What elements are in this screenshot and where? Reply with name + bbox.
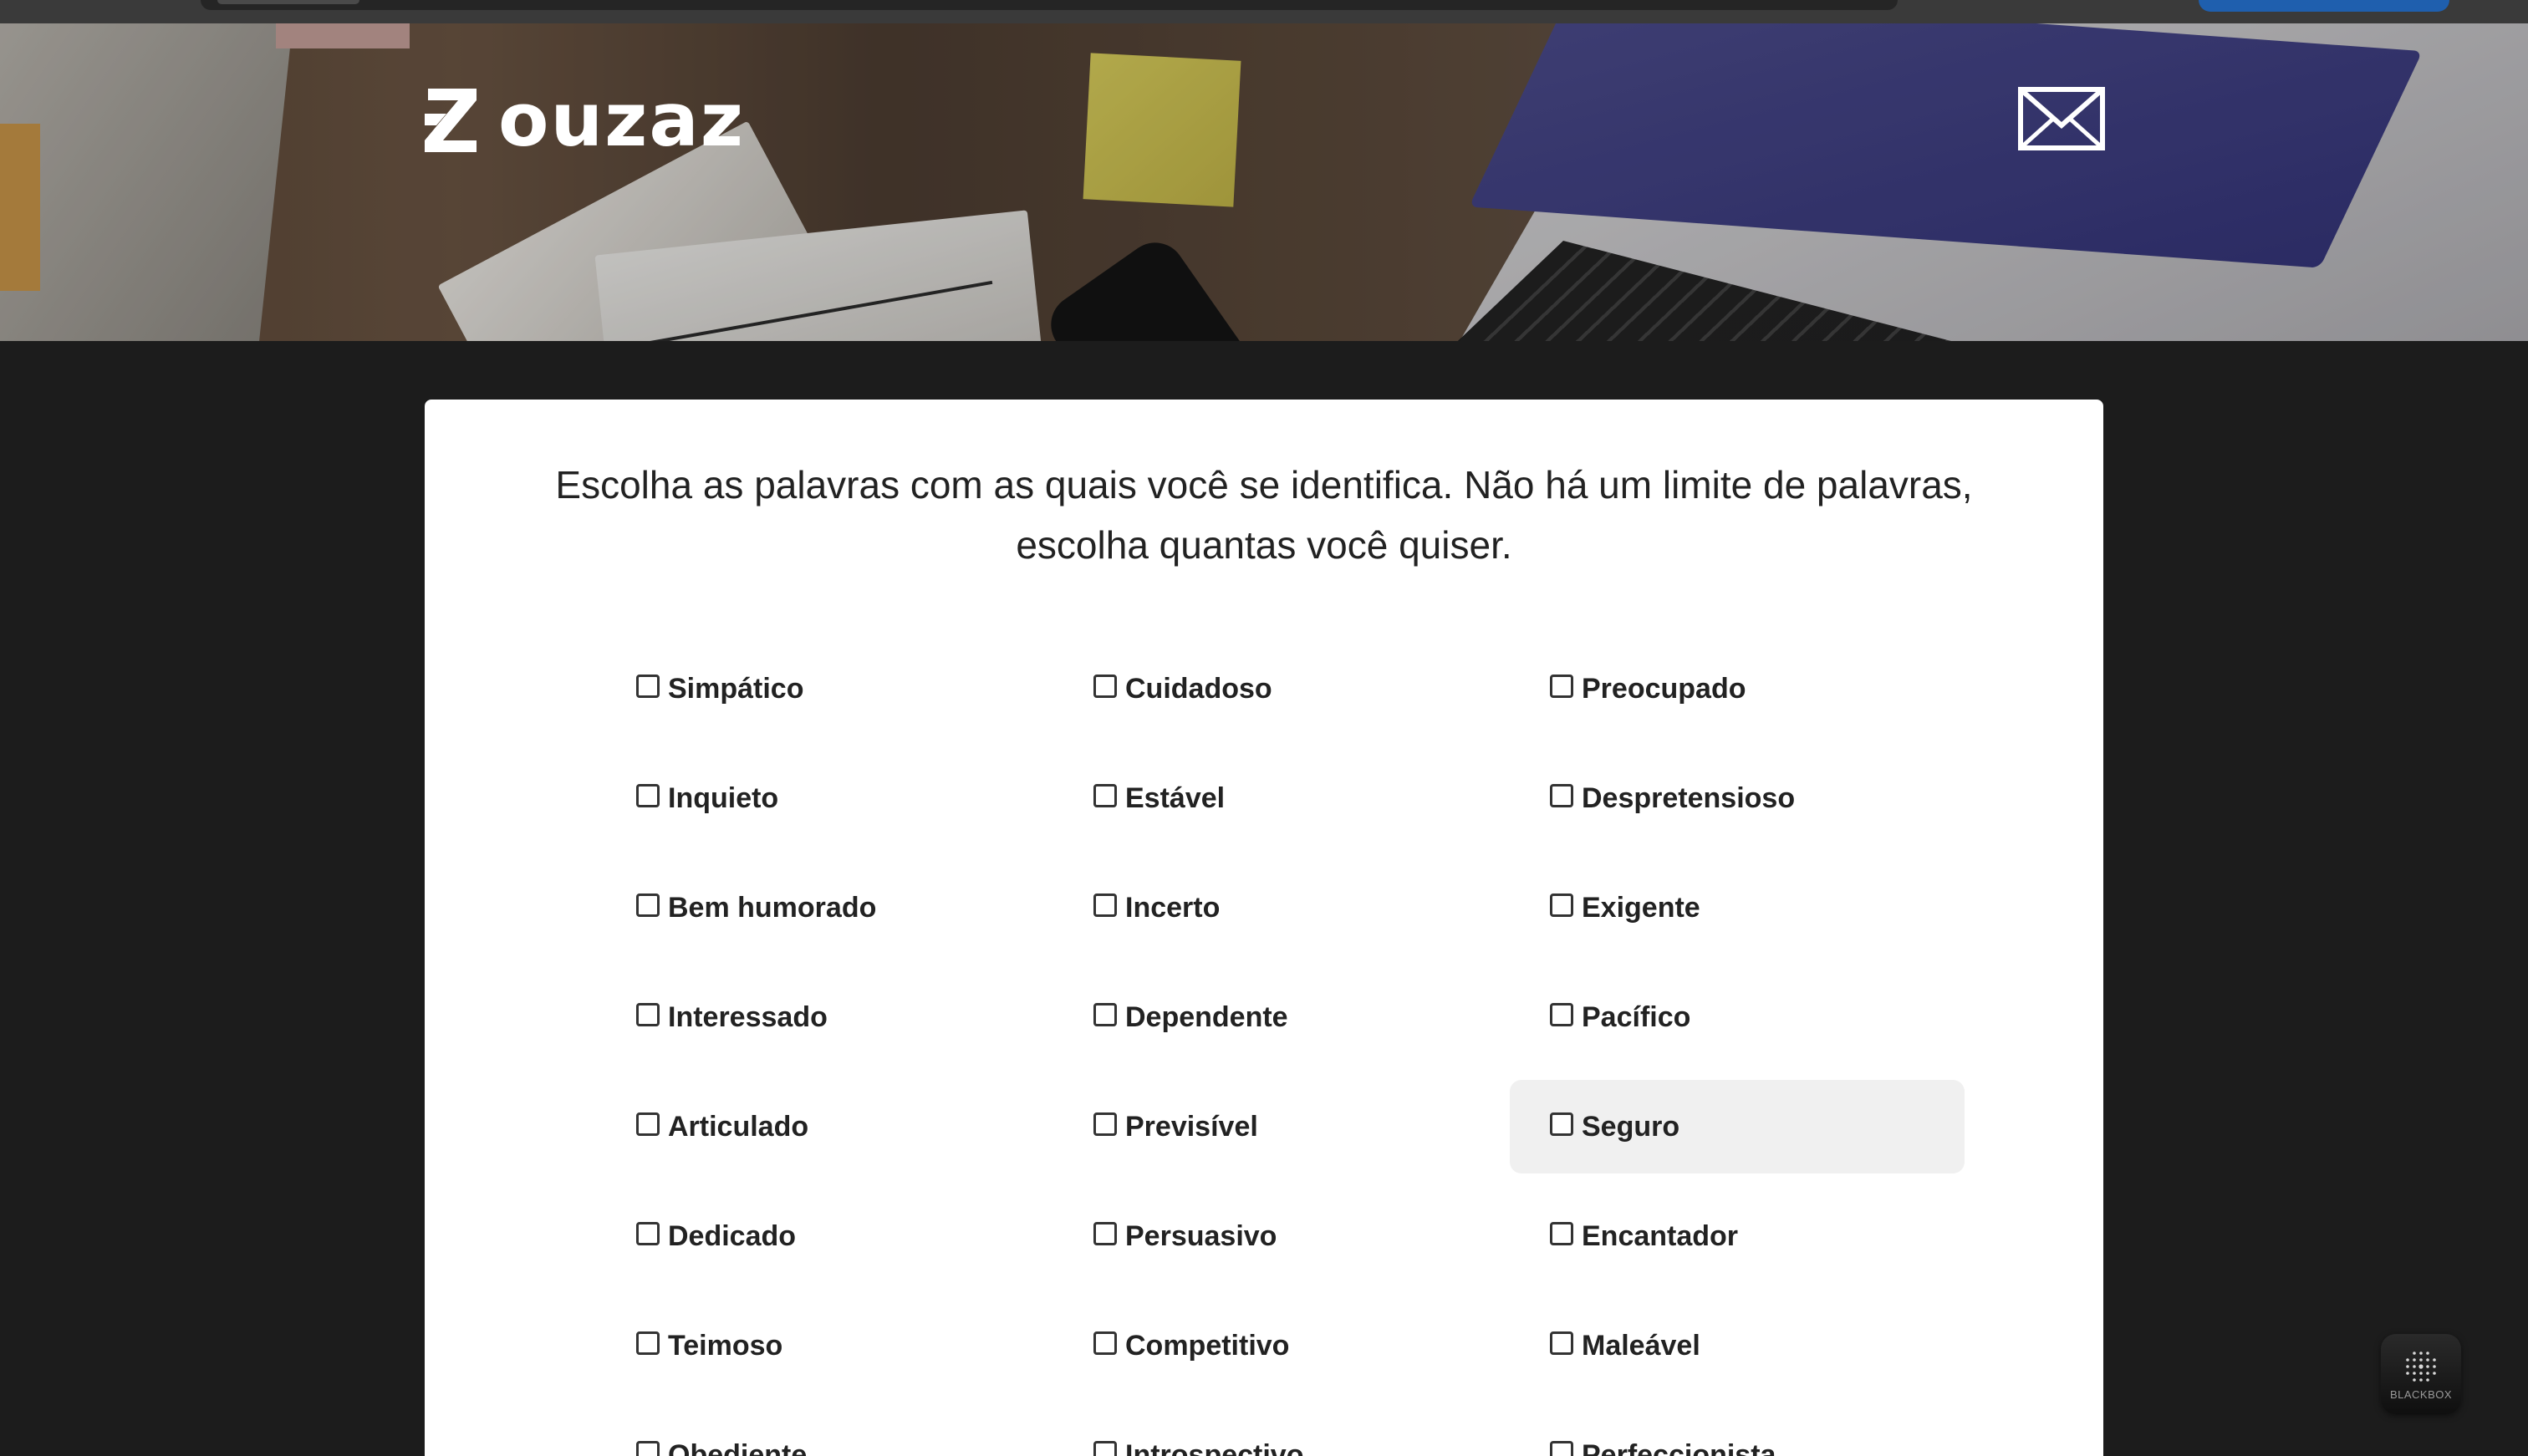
- brand-name: ouzaz: [498, 77, 745, 163]
- word-option[interactable]: Seguro: [1510, 1080, 1965, 1173]
- option-label: Estável: [1125, 781, 1226, 814]
- word-option[interactable]: Dependente: [1053, 970, 1508, 1064]
- word-option[interactable]: Maleável: [1510, 1299, 1965, 1392]
- word-option[interactable]: Incerto: [1053, 861, 1508, 955]
- option-label: Introspectivo: [1125, 1438, 1304, 1456]
- checkbox[interactable]: [1550, 1222, 1573, 1245]
- address-chip: [217, 0, 359, 4]
- blackbox-widget[interactable]: BLACKBOX: [2381, 1334, 2461, 1414]
- checkbox[interactable]: [1093, 1112, 1117, 1136]
- checkbox[interactable]: [1550, 675, 1573, 698]
- option-label: Persuasivo: [1125, 1219, 1277, 1252]
- brand-logo[interactable]: ouzaz: [425, 77, 745, 163]
- word-option[interactable]: Simpático: [596, 642, 1051, 736]
- option-label: Dependente: [1125, 1000, 1288, 1033]
- checkbox[interactable]: [1093, 1222, 1117, 1245]
- checkbox[interactable]: [1550, 1112, 1573, 1136]
- checkbox[interactable]: [1093, 893, 1117, 917]
- widget-label: BLACKBOX: [2389, 1387, 2453, 1401]
- checkbox[interactable]: [636, 675, 660, 698]
- word-option[interactable]: Encantador: [1510, 1189, 1965, 1283]
- option-label: Exigente: [1582, 891, 1700, 924]
- checkbox[interactable]: [1093, 1003, 1117, 1026]
- checkbox[interactable]: [1093, 1331, 1117, 1355]
- word-option[interactable]: Persuasivo: [1053, 1189, 1508, 1283]
- word-option[interactable]: Previsível: [1053, 1080, 1508, 1173]
- option-label: Incerto: [1125, 891, 1221, 924]
- word-option[interactable]: Bem humorado: [596, 861, 1051, 955]
- word-option[interactable]: Preocupado: [1510, 642, 1965, 736]
- hero-shade: [0, 23, 2528, 341]
- checkbox[interactable]: [1550, 1003, 1573, 1026]
- word-option[interactable]: Dedicado: [596, 1189, 1051, 1283]
- word-option[interactable]: Cuidadoso: [1053, 642, 1508, 736]
- word-option[interactable]: Interessado: [596, 970, 1051, 1064]
- word-option[interactable]: Pacífico: [1510, 970, 1965, 1064]
- word-option[interactable]: Inquieto: [596, 751, 1051, 845]
- checkbox[interactable]: [1550, 893, 1573, 917]
- option-label: Dedicado: [668, 1219, 797, 1252]
- option-label: Simpático: [668, 672, 804, 705]
- mail-icon[interactable]: [2018, 87, 2105, 150]
- option-label: Maleável: [1582, 1329, 1700, 1362]
- hero-banner: ouzaz: [0, 23, 2528, 341]
- option-label: Encantador: [1582, 1219, 1739, 1252]
- checkbox[interactable]: [636, 1112, 660, 1136]
- option-label: Articulado: [668, 1110, 809, 1143]
- word-option[interactable]: Exigente: [1510, 861, 1965, 955]
- option-label: Pacífico: [1582, 1000, 1691, 1033]
- option-label: Obediente: [668, 1438, 808, 1456]
- word-option[interactable]: Teimoso: [596, 1299, 1051, 1392]
- checkbox[interactable]: [636, 893, 660, 917]
- checkbox[interactable]: [1093, 675, 1117, 698]
- option-label: Preocupado: [1582, 672, 1746, 705]
- checkbox[interactable]: [1550, 1331, 1573, 1355]
- option-label: Competitivo: [1125, 1329, 1290, 1362]
- word-option[interactable]: Competitivo: [1053, 1299, 1508, 1392]
- option-label: Bem humorado: [668, 891, 877, 924]
- option-label: Cuidadoso: [1125, 672, 1272, 705]
- instructions-text: Escolha as palavras com as quais você se…: [555, 463, 1973, 567]
- page: ouzaz Escolha as palavras com as quais v…: [0, 0, 2528, 1456]
- checkbox[interactable]: [1093, 1441, 1117, 1456]
- word-option[interactable]: Obediente: [596, 1408, 1051, 1456]
- checkbox[interactable]: [636, 1331, 660, 1355]
- word-option[interactable]: Estável: [1053, 751, 1508, 845]
- word-option[interactable]: Despretensioso: [1510, 751, 1965, 845]
- checkbox[interactable]: [1550, 1441, 1573, 1456]
- address-bar[interactable]: [201, 0, 1898, 10]
- browser-top-strip: [0, 0, 2528, 23]
- option-label: Despretensioso: [1582, 781, 1796, 814]
- checkbox[interactable]: [636, 1003, 660, 1026]
- word-option[interactable]: Introspectivo: [1053, 1408, 1508, 1456]
- top-action-button[interactable]: [2199, 0, 2449, 12]
- checkbox[interactable]: [636, 1222, 660, 1245]
- option-label: Inquieto: [668, 781, 779, 814]
- option-label: Perfeccionista: [1582, 1438, 1776, 1456]
- questionnaire-card: Escolha as palavras com as quais você se…: [425, 400, 2103, 1456]
- option-label: Interessado: [668, 1000, 828, 1033]
- word-option[interactable]: Perfeccionista: [1510, 1408, 1965, 1456]
- option-label: Teimoso: [668, 1329, 783, 1362]
- option-label: Previsível: [1125, 1110, 1258, 1143]
- logo-mark-icon: [425, 89, 477, 152]
- checkbox[interactable]: [1550, 784, 1573, 807]
- option-label: Seguro: [1582, 1110, 1680, 1143]
- word-option[interactable]: Articulado: [596, 1080, 1051, 1173]
- checkbox[interactable]: [636, 784, 660, 807]
- checkbox[interactable]: [636, 1441, 660, 1456]
- blackbox-icon: [2406, 1351, 2436, 1382]
- checkbox[interactable]: [1093, 784, 1117, 807]
